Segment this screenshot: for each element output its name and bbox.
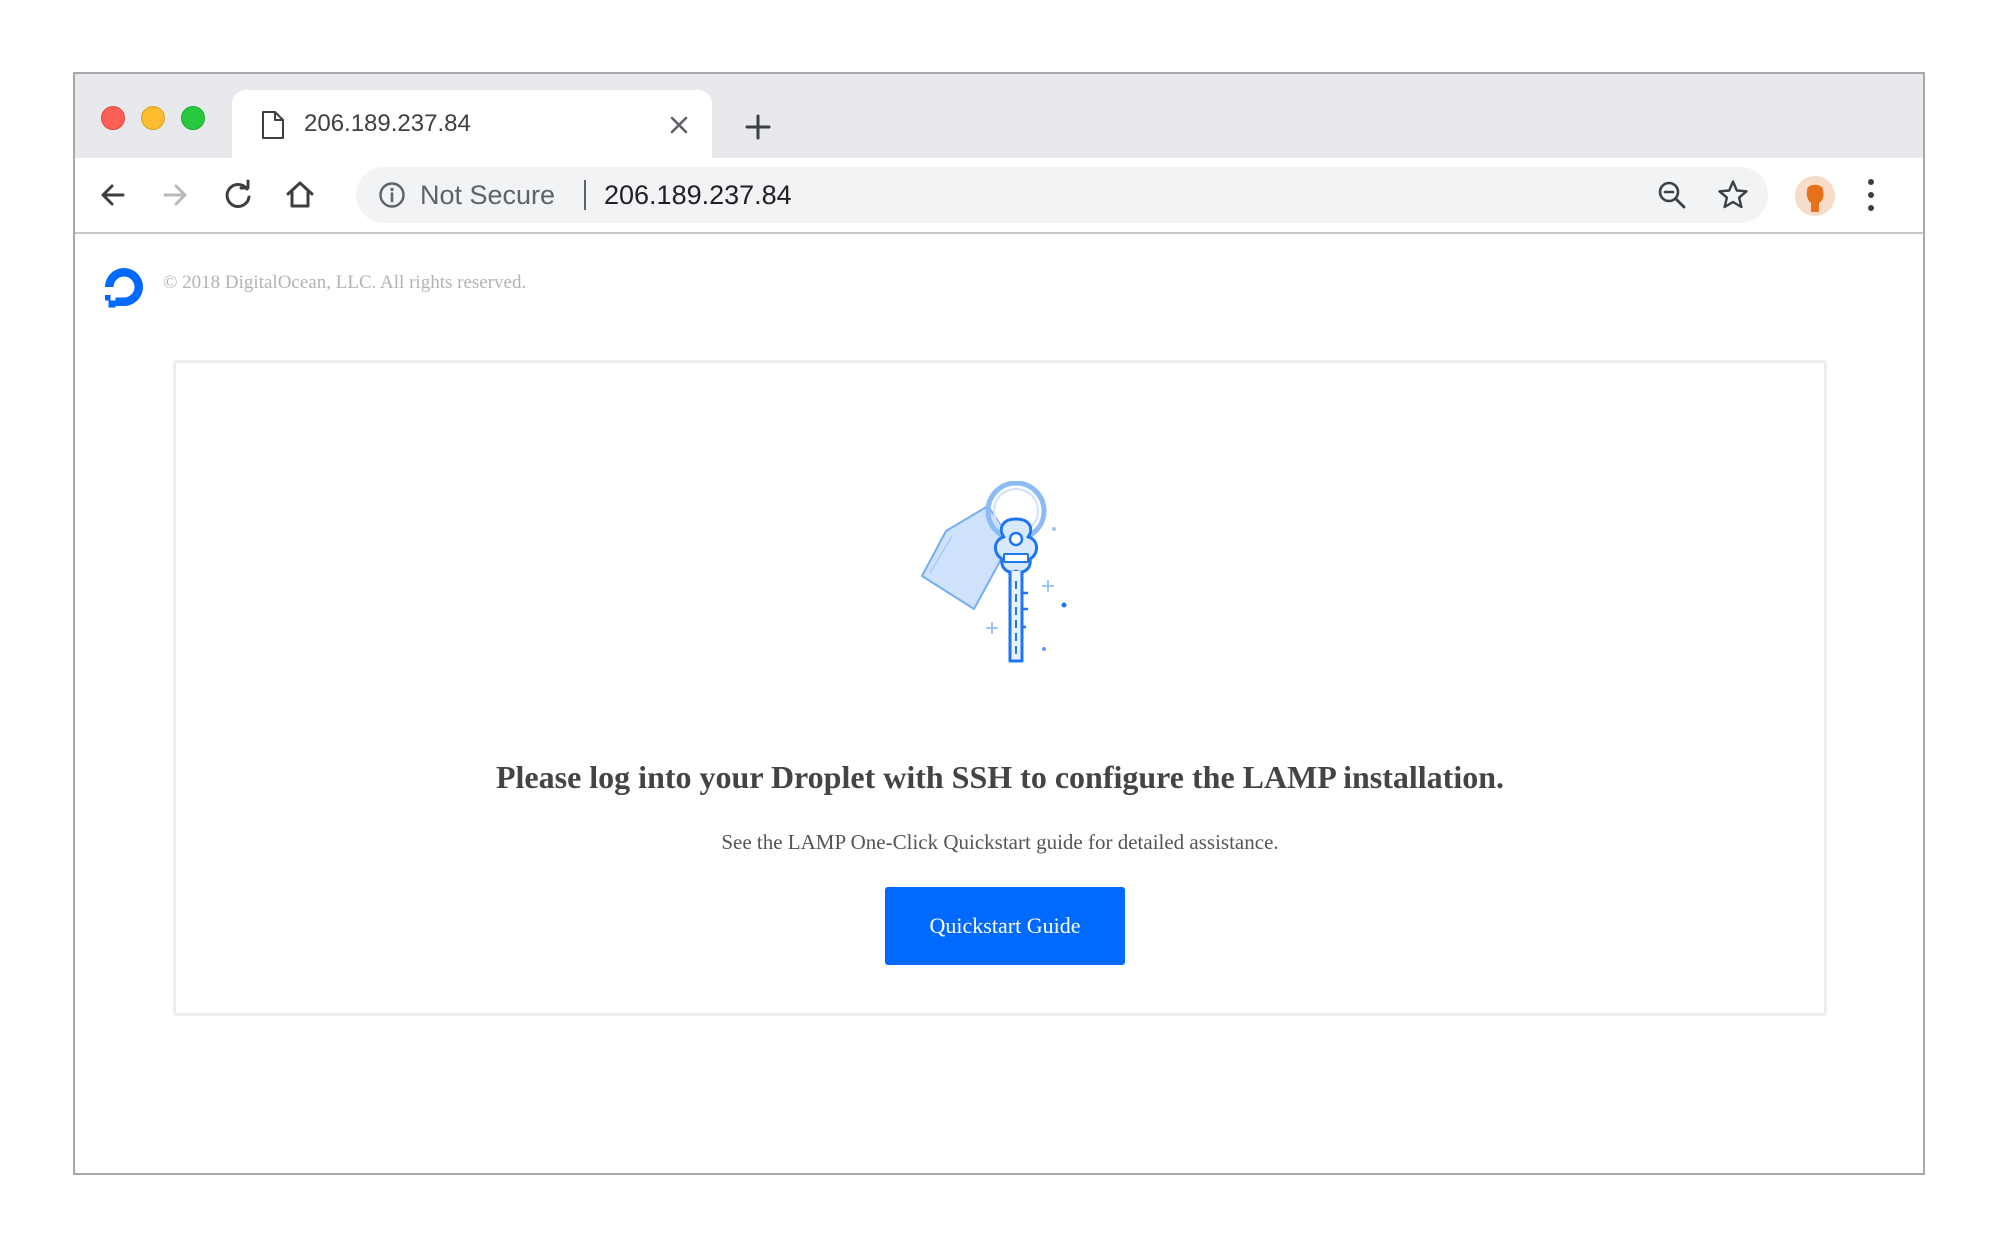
plus-icon[interactable] [742, 111, 774, 143]
info-card: Please log into your Droplet with SSH to… [173, 360, 1827, 1016]
security-label[interactable]: Not Secure [420, 177, 555, 213]
back-arrow-icon[interactable] [95, 177, 131, 213]
tab-strip: 206.189.237.84 [75, 74, 1923, 158]
key-illustration-icon [921, 481, 1067, 663]
star-icon[interactable] [1716, 178, 1750, 212]
close-window-button[interactable] [101, 106, 125, 130]
active-tab[interactable]: 206.189.237.84 [232, 90, 712, 158]
copyright-text: © 2018 DigitalOcean, LLC. All rights res… [163, 272, 527, 293]
subtext: See the LAMP One-Click Quickstart guide … [721, 830, 1279, 854]
url-text[interactable]: 206.189.237.84 [604, 177, 792, 213]
omnibox-divider [584, 180, 586, 210]
tab-title: 206.189.237.84 [304, 110, 471, 137]
browser-toolbar: Not Secure 206.189.237.84 [75, 158, 1923, 234]
headline: Please log into your Droplet with SSH to… [495, 759, 1504, 795]
digitalocean-logo-icon[interactable] [99, 262, 149, 312]
minimize-window-button[interactable] [141, 106, 165, 130]
reload-icon[interactable] [220, 177, 256, 213]
zoom-out-icon[interactable] [1656, 179, 1688, 211]
maximize-window-button[interactable] [181, 106, 205, 130]
quickstart-guide-button[interactable]: Quickstart Guide [885, 887, 1125, 965]
profile-avatar-icon [1795, 176, 1835, 216]
document-icon [262, 111, 284, 139]
home-icon[interactable] [282, 177, 318, 213]
info-icon[interactable] [378, 181, 406, 209]
browser-window: 206.189.237.84 Not Secure 206.189.237.84… [73, 72, 1925, 1175]
avatar[interactable] [1795, 176, 1835, 216]
tab-close-icon[interactable] [666, 112, 692, 138]
forward-arrow-icon[interactable] [157, 177, 193, 213]
address-bar[interactable]: Not Secure 206.189.237.84 [356, 167, 1768, 223]
kebab-menu-icon[interactable] [1861, 176, 1881, 214]
page-content: © 2018 DigitalOcean, LLC. All rights res… [75, 234, 1923, 1173]
